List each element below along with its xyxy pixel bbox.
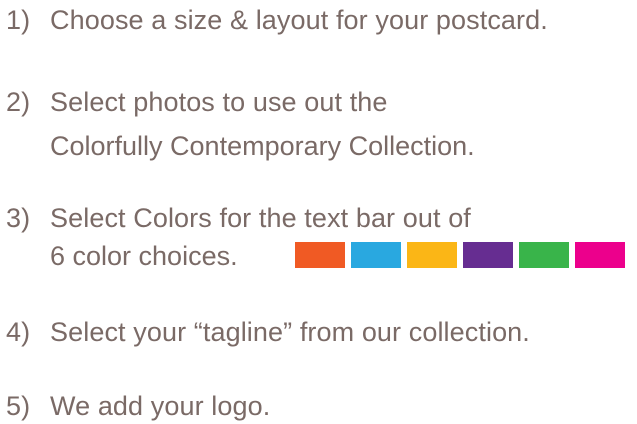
step-2: 2) Select photos to use out the — [6, 86, 388, 118]
color-swatches — [295, 242, 625, 268]
step-2-number: 2) — [6, 87, 31, 117]
step-5: 5) We add your logo. — [6, 390, 270, 422]
steps-list: 1) Choose a size & layout for your postca… — [0, 0, 637, 424]
step-3-text-line-1: Select Colors for the text bar out of — [50, 203, 471, 233]
step-4-number: 4) — [6, 317, 31, 347]
step-2-text-line-1: Select photos to use out the — [50, 87, 388, 117]
step-5-number: 5) — [6, 391, 31, 421]
step-4-text: Select your “tagline” from our collectio… — [50, 317, 530, 347]
step-3-text-line-2: 6 color choices. — [50, 241, 238, 271]
step-3: 3) Select Colors for the text bar out of — [6, 202, 471, 234]
step-4: 4) Select your “tagline” from our collect… — [6, 316, 530, 348]
color-swatch-magenta — [575, 242, 625, 268]
color-swatch-sky-blue — [351, 242, 401, 268]
step-1-number: 1) — [6, 5, 31, 35]
step-5-text: We add your logo. — [50, 391, 271, 421]
step-2-text-line-2: Colorfully Contemporary Collection. — [50, 131, 475, 161]
step-1: 1) Choose a size & layout for your postca… — [6, 4, 548, 36]
color-swatch-purple — [463, 242, 513, 268]
step-1-text: Choose a size & layout for your postcard… — [50, 5, 548, 35]
step-3-number: 3) — [6, 203, 31, 233]
color-swatch-orange — [295, 242, 345, 268]
color-swatch-yellow — [407, 242, 457, 268]
color-swatch-green — [519, 242, 569, 268]
